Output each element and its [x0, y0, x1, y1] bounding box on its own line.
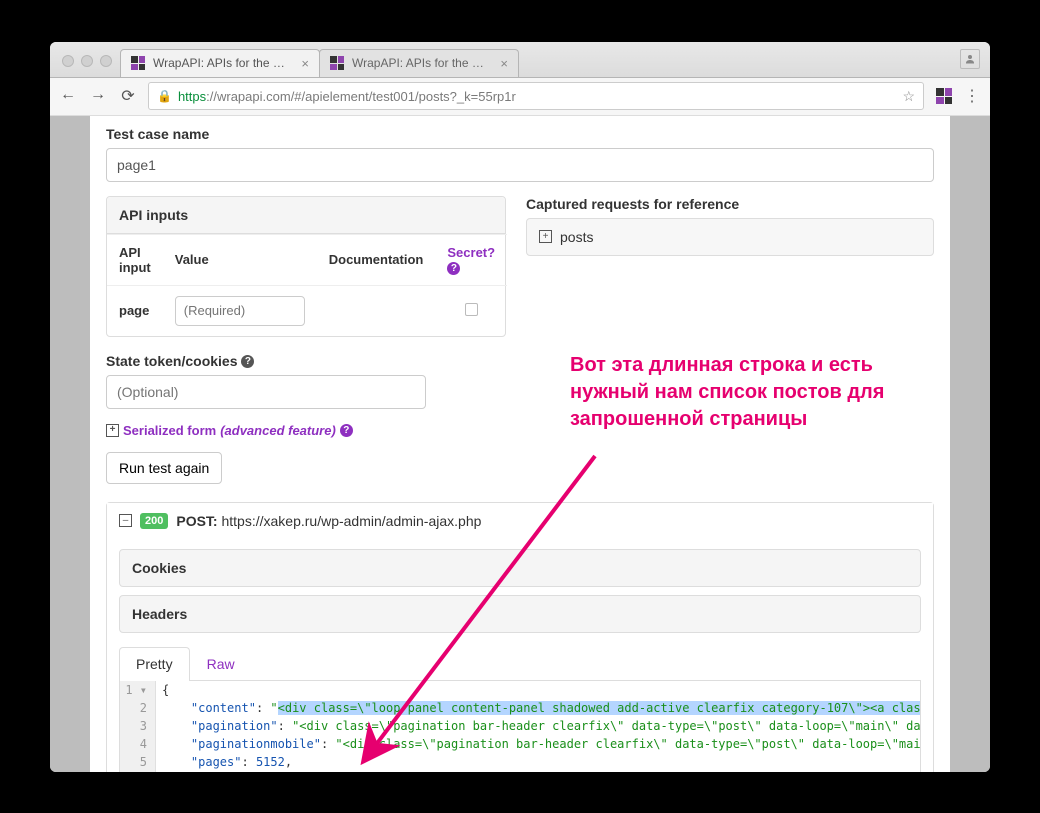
max-dot[interactable] — [100, 55, 112, 67]
viewport: Test case name API inputs API input Valu… — [50, 116, 990, 772]
browser-window: WrapAPI: APIs for the whole w × WrapAPI:… — [50, 42, 990, 772]
code-line[interactable]: 2 "content": "<div class=\"loop-panel co… — [120, 699, 920, 717]
state-token-input[interactable] — [106, 375, 426, 409]
lock-icon: 🔒 — [157, 89, 172, 103]
user-icon[interactable] — [960, 49, 980, 69]
api-inputs-heading: API inputs — [107, 197, 505, 234]
input-value-field[interactable] — [175, 296, 305, 326]
tab-title: WrapAPI: APIs for the whole w — [352, 56, 492, 70]
tab-title: WrapAPI: APIs for the whole w — [153, 56, 293, 70]
secret-checkbox[interactable] — [465, 303, 478, 316]
test-case-name-label: Test case name — [106, 126, 934, 142]
url-host: ://wrapapi.com — [206, 89, 291, 104]
table-row: page — [107, 285, 507, 336]
close-dot[interactable] — [62, 55, 74, 67]
captured-request-label: posts — [560, 229, 593, 245]
api-inputs-panel: API inputs API input Value Documentation… — [106, 196, 506, 337]
url-path: /#/apielement/test001/posts?_k=55rp1r — [291, 89, 516, 104]
expand-icon: + — [106, 424, 119, 437]
tab-bar: WrapAPI: APIs for the whole w × WrapAPI:… — [50, 42, 990, 78]
collapse-icon: – — [119, 514, 132, 527]
window-controls[interactable] — [58, 55, 120, 77]
code-line[interactable]: 6 "updatepagination": 1, — [120, 771, 920, 772]
forward-icon[interactable]: → — [90, 86, 106, 106]
browser-tab-0[interactable]: WrapAPI: APIs for the whole w × — [120, 49, 320, 77]
tab-pretty[interactable]: Pretty — [119, 647, 190, 681]
reload-icon[interactable]: ⟳ — [120, 86, 136, 106]
close-icon[interactable]: × — [500, 56, 508, 71]
col-doc: Documentation — [317, 234, 436, 285]
cookies-section[interactable]: Cookies — [119, 549, 921, 587]
status-badge: 200 — [140, 513, 168, 529]
menu-icon[interactable]: ⋮ — [964, 86, 980, 106]
api-inputs-table: API input Value Documentation Secret? ? … — [107, 234, 507, 336]
serialized-form-toggle[interactable]: + Serialized form (advanced feature) ? — [106, 423, 506, 438]
state-token-label: State token/cookies ? — [106, 353, 506, 369]
request-header[interactable]: – 200 POST: https://xakep.ru/wp-admin/ad… — [107, 503, 933, 539]
code-line[interactable]: 1 ▾{ — [120, 681, 920, 699]
request-url: https://xakep.ru/wp-admin/admin-ajax.php — [221, 513, 481, 529]
close-icon[interactable]: × — [301, 56, 309, 71]
input-name: page — [107, 285, 163, 336]
toolbar: ← → ⟳ 🔒 https://wrapapi.com/#/apielement… — [50, 78, 990, 116]
code-line[interactable]: 5 "pages": 5152, — [120, 753, 920, 771]
browser-tab-1[interactable]: WrapAPI: APIs for the whole w × — [319, 49, 519, 77]
request-method: POST: — [176, 513, 217, 529]
expand-icon: + — [539, 230, 552, 243]
col-api-input: API input — [107, 234, 163, 285]
help-icon[interactable]: ? — [241, 355, 254, 368]
col-secret: Secret? — [447, 245, 495, 260]
col-value: Value — [163, 234, 317, 285]
extension-icon[interactable] — [936, 88, 952, 104]
code-line[interactable]: 3 "pagination": "<div class=\"pagination… — [120, 717, 920, 735]
favicon-icon — [131, 56, 145, 70]
tab-raw[interactable]: Raw — [190, 647, 252, 680]
back-icon[interactable]: ← — [60, 86, 76, 106]
min-dot[interactable] — [81, 55, 93, 67]
help-icon[interactable]: ? — [340, 424, 353, 437]
code-tabs: Pretty Raw — [119, 647, 921, 681]
code-line[interactable]: 4 "paginationmobile": "<div class=\"pagi… — [120, 735, 920, 753]
request-result-panel: – 200 POST: https://xakep.ru/wp-admin/ad… — [106, 502, 934, 772]
page-content: Test case name API inputs API input Valu… — [90, 116, 950, 772]
captured-request-item[interactable]: + posts — [526, 218, 934, 256]
captured-heading: Captured requests for reference — [526, 196, 934, 212]
code-block[interactable]: 1 ▾{2 "content": "<div class=\"loop-pane… — [119, 681, 921, 772]
help-icon[interactable]: ? — [447, 262, 460, 275]
headers-section[interactable]: Headers — [119, 595, 921, 633]
bookmark-icon[interactable]: ☆ — [902, 88, 915, 105]
test-case-name-input[interactable] — [106, 148, 934, 182]
address-bar[interactable]: 🔒 https://wrapapi.com/#/apielement/test0… — [148, 82, 924, 110]
favicon-icon — [330, 56, 344, 70]
url-protocol: https — [178, 89, 206, 104]
run-test-again-button[interactable]: Run test again — [106, 452, 222, 484]
